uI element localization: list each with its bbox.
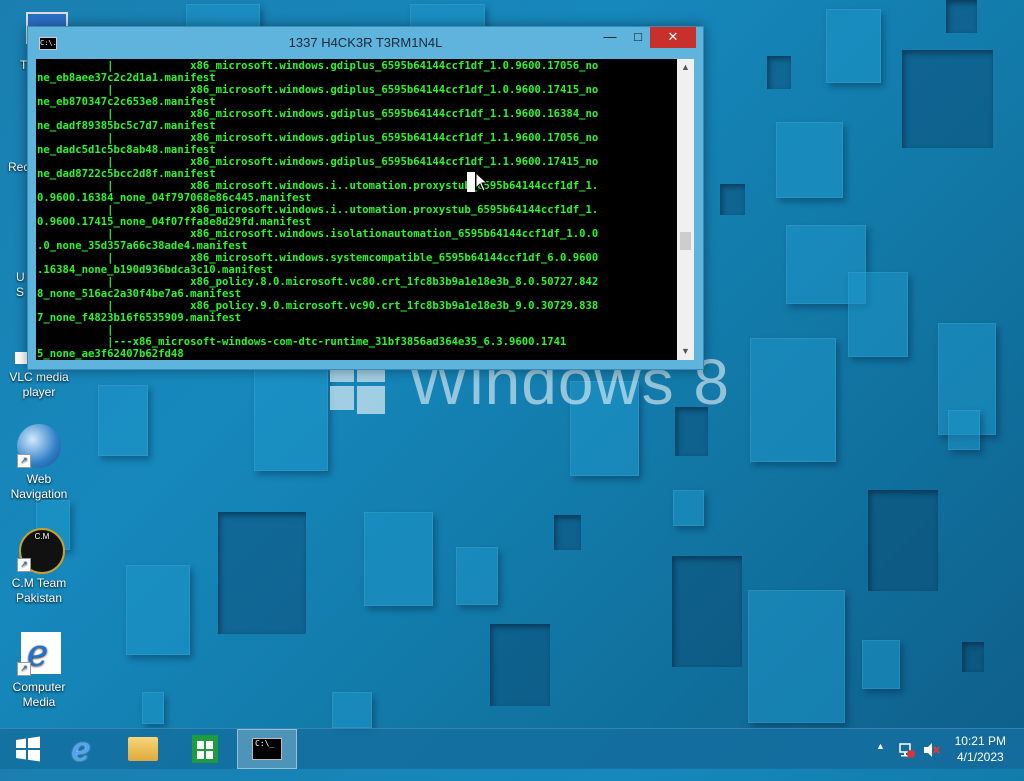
shortcut-arrow-icon: [15, 352, 27, 364]
terminal-line: | x86_policy.8.0.microsoft.vc80.crt_1fc8…: [107, 276, 599, 288]
network-icon[interactable]: [898, 741, 916, 759]
terminal-line: | x86_microsoft.windows.isolationautomat…: [107, 228, 599, 240]
globe-icon: ↗: [17, 424, 61, 468]
desktop-icon-cm-team[interactable]: C.M ↗ C.M Team Pakistan: [3, 528, 75, 606]
terminal-line: | x86_microsoft.windows.systemcompatible…: [107, 252, 599, 264]
terminal-line: |: [107, 324, 114, 336]
terminal-line: ne_eb8aee37c2c2d1a1.manifest: [37, 72, 216, 84]
terminal-line: | x86_microsoft.windows.i..utomation.pro…: [107, 180, 599, 192]
start-button[interactable]: [0, 729, 56, 769]
scroll-up-arrow-icon[interactable]: ▲: [677, 59, 694, 76]
terminal-line: ne_dad8722c5bcc2d8f.manifest: [37, 168, 216, 180]
terminal-window[interactable]: C:\. 1337 H4CK3R T3RM1N4L — □ ✕ | x86_mi…: [27, 26, 704, 370]
cm-team-logo-icon: C.M ↗: [17, 528, 65, 574]
desktop-icon-web-navigation[interactable]: ↗ Web Navigation: [3, 424, 75, 502]
terminal-line: 5_none_ae3f62407b62fd48: [37, 348, 184, 360]
scroll-down-arrow-icon[interactable]: ▼: [677, 343, 694, 360]
terminal-line: .0_none_35d357a66c38ade4.manifest: [37, 240, 248, 252]
internet-explorer-icon: e ↗: [17, 632, 61, 676]
terminal-line: 7_none_f4823b16f6535909.manifest: [37, 312, 242, 324]
scrollbar-thumb[interactable]: [680, 232, 691, 250]
taskbar: e C:\_ ▲ 10:21 PM 4/1/2023: [0, 728, 1024, 769]
terminal-line: 8_none_516ac2a30f4be7a6.manifest: [37, 288, 242, 300]
store-icon: [192, 735, 218, 763]
close-button[interactable]: ✕: [650, 27, 696, 48]
terminal-line: ne_dadf89385bc5c7d7.manifest: [37, 120, 216, 132]
terminal-line: | x86_microsoft.windows.gdiplus_6595b641…: [107, 156, 599, 168]
terminal-line: | x86_microsoft.windows.gdiplus_6595b641…: [107, 84, 599, 96]
taskbar-store[interactable]: [177, 729, 233, 769]
show-hidden-icons-button[interactable]: ▲: [876, 741, 885, 781]
terminal-line: ne_dadc5d1c5bc8ab48.manifest: [37, 144, 216, 156]
mouse-cursor-icon: [467, 172, 489, 192]
clock-time: 10:21 PM: [954, 734, 1006, 748]
terminal-line: |---x86_microsoft-windows-com-dtc-runtim…: [107, 336, 567, 348]
terminal-line: | x86_microsoft.windows.i..utomation.pro…: [107, 204, 599, 216]
taskbar-internet-explorer[interactable]: e: [53, 729, 109, 769]
title-bar[interactable]: C:\. 1337 H4CK3R T3RM1N4L — □ ✕: [28, 27, 703, 57]
taskbar-file-explorer[interactable]: [115, 729, 171, 769]
terminal-line: .16384_none_b190d936bdca3c10.manifest: [37, 264, 273, 276]
terminal-line: 0.9600.17415_none_04f07ffa8e8d29fd.manif…: [37, 216, 312, 228]
maximize-button[interactable]: □: [626, 27, 650, 48]
shortcut-arrow-icon: ↗: [17, 662, 31, 676]
console-icon: C:\_: [252, 738, 282, 760]
shortcut-arrow-icon: ↗: [17, 454, 31, 468]
desktop-icon-computer-media[interactable]: e ↗ Computer Media: [3, 632, 75, 710]
terminal-line: | x86_microsoft.windows.gdiplus_6595b641…: [107, 60, 599, 72]
terminal-line: ne_eb870347c2c653e8.manifest: [37, 96, 216, 108]
folder-icon: [128, 737, 158, 761]
taskbar-console[interactable]: C:\_: [237, 729, 297, 769]
clock-date: 4/1/2023: [956, 750, 1004, 764]
terminal-line: 0.9600.16384_none_04f797068e86c445.manif…: [37, 192, 312, 204]
terminal-line: | x86_microsoft.windows.gdiplus_6595b641…: [107, 108, 599, 120]
speaker-muted-icon[interactable]: [922, 741, 940, 759]
minimize-button[interactable]: —: [598, 27, 622, 48]
terminal-text: | x86_microsoft.windows.gdiplus_6595b641…: [36, 59, 677, 360]
terminal-output[interactable]: | x86_microsoft.windows.gdiplus_6595b641…: [36, 59, 677, 360]
shortcut-arrow-icon: ↗: [17, 558, 31, 572]
windows-start-icon: [16, 736, 40, 762]
system-clock[interactable]: 10:21 PM 4/1/2023: [955, 733, 1006, 765]
terminal-line: | x86_microsoft.windows.gdiplus_6595b641…: [107, 132, 599, 144]
internet-explorer-icon: e: [71, 730, 91, 768]
terminal-line: | x86_policy.9.0.microsoft.vc90.crt_1fc8…: [107, 300, 599, 312]
vertical-scrollbar[interactable]: ▲ ▼: [677, 59, 694, 360]
